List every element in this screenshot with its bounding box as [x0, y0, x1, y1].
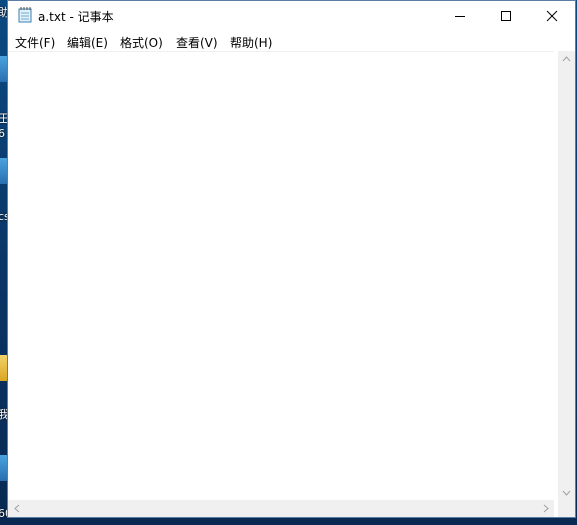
- scroll-right-button[interactable]: [537, 500, 554, 517]
- menu-view[interactable]: 查看(V): [176, 34, 218, 51]
- notepad-window: a.txt - 记事本 文件(F) 编辑(E) 格式(O) 查看(V) 帮助(H…: [7, 0, 576, 518]
- window-title: a.txt - 记事本: [38, 10, 114, 24]
- vertical-scrollbar[interactable]: [558, 51, 575, 502]
- chevron-right-icon: [543, 504, 549, 513]
- minimize-icon: [455, 16, 465, 17]
- horizontal-scrollbar[interactable]: [8, 500, 554, 517]
- scroll-left-button[interactable]: [8, 500, 25, 517]
- scroll-up-button[interactable]: [558, 51, 575, 68]
- minimize-button[interactable]: [437, 1, 483, 31]
- scrollbar-corner: [558, 500, 575, 517]
- desktop-shortcut-label: 6: [0, 127, 5, 140]
- chevron-up-icon: [562, 56, 571, 62]
- chevron-left-icon: [14, 504, 20, 513]
- notepad-icon[interactable]: [18, 7, 32, 23]
- maximize-icon: [501, 11, 511, 21]
- close-icon: [546, 10, 558, 22]
- close-button[interactable]: [529, 1, 575, 31]
- menu-file[interactable]: 文件(F): [15, 34, 55, 51]
- chevron-down-icon: [562, 490, 571, 496]
- text-editor[interactable]: [8, 51, 554, 503]
- menu-edit[interactable]: 编辑(E): [67, 34, 108, 51]
- menu-bar: 文件(F) 编辑(E) 格式(O) 查看(V) 帮助(H): [8, 31, 575, 51]
- menu-help[interactable]: 帮助(H): [230, 34, 272, 51]
- maximize-button[interactable]: [483, 1, 529, 31]
- menu-format[interactable]: 格式(O): [120, 34, 163, 51]
- title-bar[interactable]: a.txt - 记事本: [8, 1, 575, 31]
